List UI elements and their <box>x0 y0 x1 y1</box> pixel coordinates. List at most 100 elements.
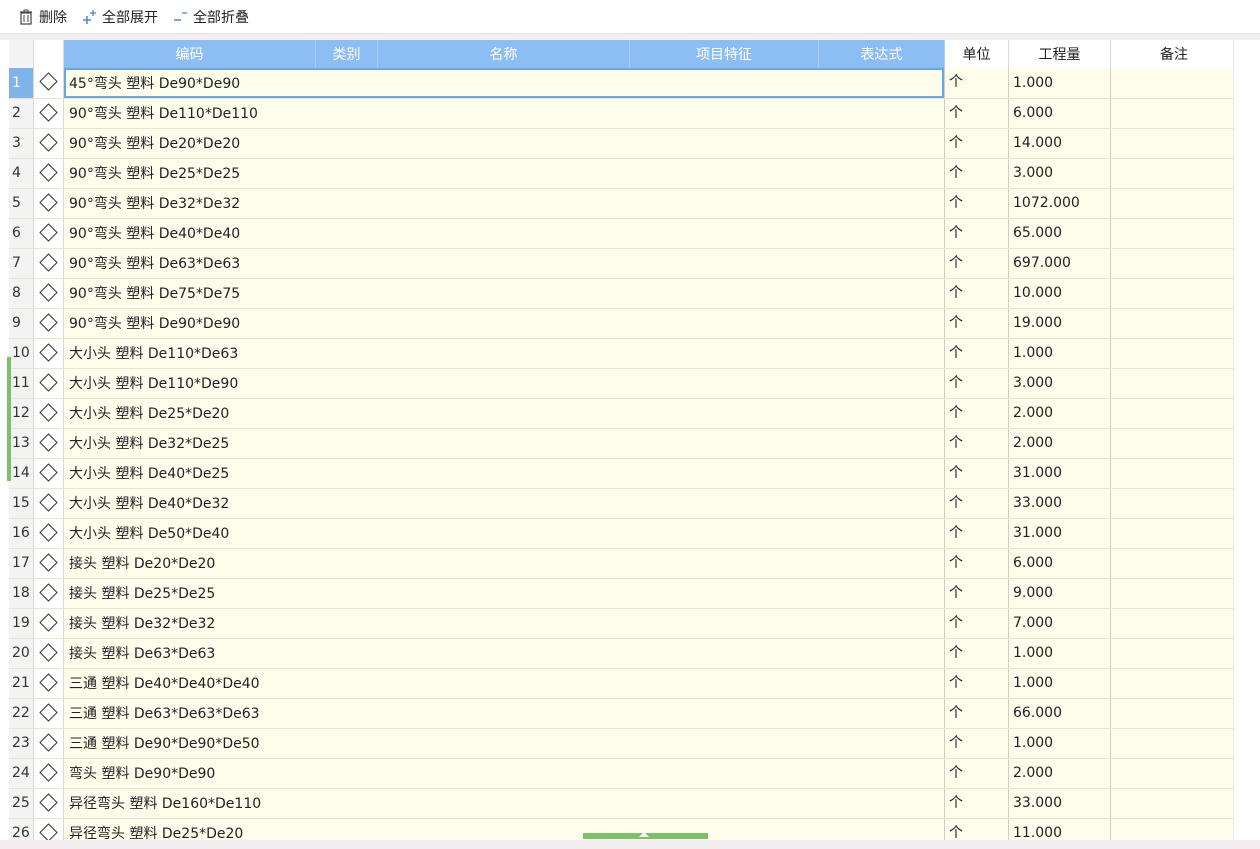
unit-cell[interactable]: 个 <box>944 788 1009 819</box>
table-row[interactable]: 12 大小头 塑料 De25*De20 个 2.000 <box>0 398 1238 429</box>
collapse-all-button[interactable]: 全部折叠 <box>172 7 249 27</box>
remark-cell[interactable] <box>1110 398 1238 429</box>
row-number[interactable]: 24 <box>0 758 34 789</box>
quantity-cell[interactable]: 2.000 <box>1008 428 1111 459</box>
remark-cell[interactable] <box>1110 788 1238 819</box>
quantity-cell[interactable]: 1072.000 <box>1008 188 1111 219</box>
remark-cell[interactable] <box>1110 818 1238 840</box>
unit-cell[interactable]: 个 <box>944 518 1009 549</box>
item-type-cell[interactable] <box>33 488 64 519</box>
item-type-cell[interactable] <box>33 188 64 219</box>
item-type-cell[interactable] <box>33 608 64 639</box>
unit-cell[interactable]: 个 <box>944 248 1009 279</box>
row-number[interactable]: 8 <box>0 278 34 309</box>
quantity-cell[interactable]: 6.000 <box>1008 548 1111 579</box>
item-name-cell[interactable]: 接头 塑料 De25*De25 <box>63 578 945 609</box>
item-name-cell[interactable]: 大小头 塑料 De50*De40 <box>63 518 945 549</box>
row-number[interactable]: 6 <box>0 218 34 249</box>
remark-cell[interactable] <box>1110 158 1238 189</box>
row-number[interactable]: 25 <box>0 788 34 819</box>
row-number[interactable]: 21 <box>0 668 34 699</box>
quantity-cell[interactable]: 31.000 <box>1008 458 1111 489</box>
item-type-cell[interactable] <box>33 578 64 609</box>
remark-cell[interactable] <box>1110 128 1238 159</box>
table-row[interactable]: 16 大小头 塑料 De50*De40 个 31.000 <box>0 518 1238 549</box>
item-name-cell[interactable]: 90°弯头 塑料 De110*De110 <box>63 98 945 129</box>
remark-cell[interactable] <box>1110 278 1238 309</box>
quantity-cell[interactable]: 697.000 <box>1008 248 1111 279</box>
table-row[interactable]: 4 90°弯头 塑料 De25*De25 个 3.000 <box>0 158 1238 189</box>
unit-cell[interactable]: 个 <box>944 158 1009 189</box>
remark-cell[interactable] <box>1110 698 1238 729</box>
remark-cell[interactable] <box>1110 668 1238 699</box>
item-name-cell[interactable]: 大小头 塑料 De25*De20 <box>63 398 945 429</box>
table-row[interactable]: 18 接头 塑料 De25*De25 个 9.000 <box>0 578 1238 609</box>
unit-cell[interactable]: 个 <box>944 398 1009 429</box>
column-header-feature[interactable]: 项目特征 <box>629 40 819 68</box>
row-number[interactable]: 20 <box>0 638 34 669</box>
quantity-cell[interactable]: 31.000 <box>1008 518 1111 549</box>
quantity-cell[interactable]: 1.000 <box>1008 338 1111 369</box>
unit-cell[interactable]: 个 <box>944 608 1009 639</box>
table-row[interactable]: 10 大小头 塑料 De110*De63 个 1.000 <box>0 338 1238 369</box>
remark-cell[interactable] <box>1110 758 1238 789</box>
item-type-cell[interactable] <box>33 788 64 819</box>
quantity-cell[interactable]: 6.000 <box>1008 98 1111 129</box>
unit-cell[interactable]: 个 <box>944 338 1009 369</box>
unit-cell[interactable]: 个 <box>944 428 1009 459</box>
remark-cell[interactable] <box>1110 608 1238 639</box>
vertical-scrollbar[interactable] <box>1233 40 1260 840</box>
expand-all-button[interactable]: 全部展开 <box>81 7 158 27</box>
quantity-cell[interactable]: 11.000 <box>1008 818 1111 840</box>
table-row[interactable]: 19 接头 塑料 De32*De32 个 7.000 <box>0 608 1238 639</box>
item-type-cell[interactable] <box>33 518 64 549</box>
unit-cell[interactable]: 个 <box>944 728 1009 759</box>
column-header-name[interactable]: 名称 <box>377 40 630 68</box>
item-type-cell[interactable] <box>33 818 64 840</box>
delete-button[interactable]: 删除 <box>18 7 67 27</box>
item-type-cell[interactable] <box>33 308 64 339</box>
quantity-cell[interactable]: 2.000 <box>1008 398 1111 429</box>
remark-cell[interactable] <box>1110 548 1238 579</box>
column-header-quantity[interactable]: 工程量 <box>1008 40 1111 68</box>
table-row[interactable]: 5 90°弯头 塑料 De32*De32 个 1072.000 <box>0 188 1238 219</box>
quantity-cell[interactable]: 9.000 <box>1008 578 1111 609</box>
unit-cell[interactable]: 个 <box>944 698 1009 729</box>
item-name-cell[interactable]: 90°弯头 塑料 De90*De90 <box>63 308 945 339</box>
item-type-cell[interactable] <box>33 638 64 669</box>
horizontal-scrollbar-track[interactable] <box>0 840 1260 849</box>
table-row[interactable]: 7 90°弯头 塑料 De63*De63 个 697.000 <box>0 248 1238 279</box>
item-type-cell[interactable] <box>33 548 64 579</box>
table-row[interactable]: 6 90°弯头 塑料 De40*De40 个 65.000 <box>0 218 1238 249</box>
table-row[interactable]: 2 90°弯头 塑料 De110*De110 个 6.000 <box>0 98 1238 129</box>
item-name-cell[interactable]: 接头 塑料 De32*De32 <box>63 608 945 639</box>
item-name-cell[interactable]: 大小头 塑料 De40*De32 <box>63 488 945 519</box>
quantity-cell[interactable]: 14.000 <box>1008 128 1111 159</box>
item-type-cell[interactable] <box>33 458 64 489</box>
quantity-cell[interactable]: 19.000 <box>1008 308 1111 339</box>
item-type-cell[interactable] <box>33 728 64 759</box>
row-number[interactable]: 1 <box>0 68 34 99</box>
quantity-cell[interactable]: 33.000 <box>1008 788 1111 819</box>
unit-cell[interactable]: 个 <box>944 368 1009 399</box>
item-name-cell[interactable]: 大小头 塑料 De32*De25 <box>63 428 945 459</box>
quantity-cell[interactable]: 1.000 <box>1008 638 1111 669</box>
unit-cell[interactable]: 个 <box>944 638 1009 669</box>
item-type-cell[interactable] <box>33 428 64 459</box>
item-type-cell[interactable] <box>33 698 64 729</box>
quantity-cell[interactable]: 66.000 <box>1008 698 1111 729</box>
table-row[interactable]: 25 异径弯头 塑料 De160*De110 个 33.000 <box>0 788 1238 819</box>
remark-cell[interactable] <box>1110 218 1238 249</box>
row-number[interactable]: 19 <box>0 608 34 639</box>
quantity-cell[interactable]: 65.000 <box>1008 218 1111 249</box>
unit-cell[interactable]: 个 <box>944 278 1009 309</box>
item-name-cell[interactable]: 90°弯头 塑料 De75*De75 <box>63 278 945 309</box>
item-name-cell[interactable]: 异径弯头 塑料 De160*De110 <box>63 788 945 819</box>
remark-cell[interactable] <box>1110 728 1238 759</box>
quantity-cell[interactable]: 10.000 <box>1008 278 1111 309</box>
unit-cell[interactable]: 个 <box>944 758 1009 789</box>
row-number[interactable]: 2 <box>0 98 34 129</box>
item-name-cell[interactable]: 三通 塑料 De40*De40*De40 <box>63 668 945 699</box>
item-name-cell[interactable]: 弯头 塑料 De90*De90 <box>63 758 945 789</box>
unit-cell[interactable]: 个 <box>944 98 1009 129</box>
